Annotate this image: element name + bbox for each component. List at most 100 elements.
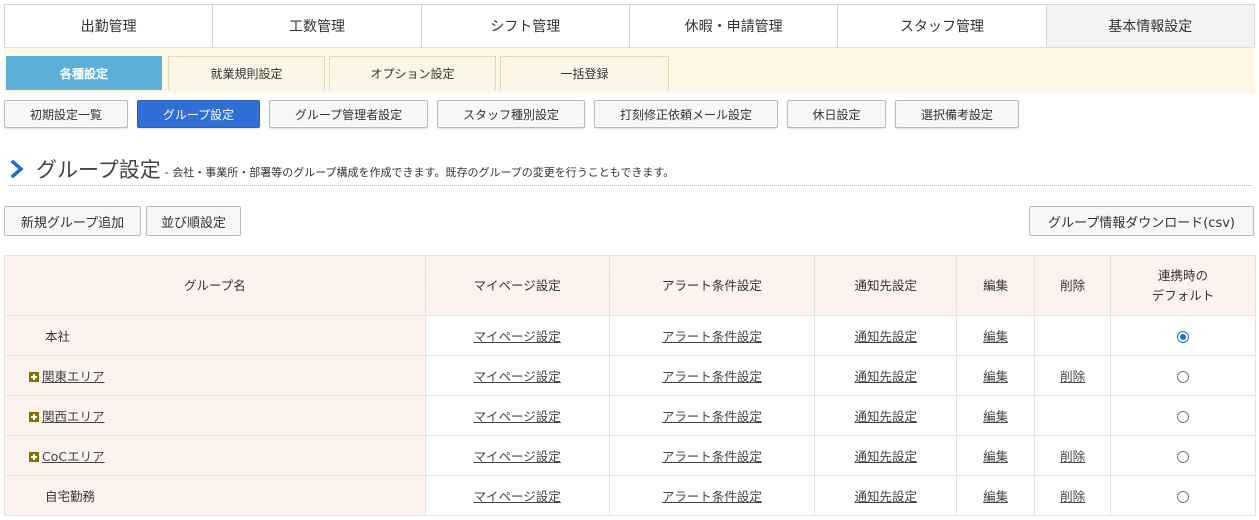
delete-link[interactable]: 削除 (1060, 489, 1085, 504)
initial-settings-list-button[interactable]: 初期設定一覧 (4, 100, 128, 128)
notify-cell: 通知先設定 (814, 395, 958, 436)
table-row: CoCエリア マイページ設定 アラート条件設定 通知先設定 編集 削除 (4, 435, 1256, 476)
tab-leave-requests[interactable]: 休暇・申請管理 (629, 5, 839, 47)
mypage-settings-link[interactable]: マイページ設定 (473, 369, 560, 384)
mypage-settings-link[interactable]: マイページ設定 (473, 449, 560, 464)
subtab-work-rules[interactable]: 就業規則設定 (168, 56, 325, 90)
header-default: 連携時の デフォルト (1110, 255, 1256, 316)
edit-link[interactable]: 編集 (983, 369, 1008, 384)
delete-cell (1034, 395, 1112, 436)
mypage-cell: マイページ設定 (424, 475, 610, 516)
page-description: - 会社・事業所・部署等のグループ構成を作成できます。既存のグループの変更を行う… (164, 165, 675, 179)
mypage-settings-link[interactable]: マイページ設定 (473, 329, 560, 344)
notify-cell: 通知先設定 (814, 315, 958, 356)
tab-staff[interactable]: スタッフ管理 (838, 5, 1047, 47)
edit-link[interactable]: 編集 (983, 449, 1008, 464)
default-cell (1110, 435, 1256, 476)
main-nav-tabs: 出勤管理 工数管理 シフト管理 休暇・申請管理 スタッフ管理 基本情報設定 (4, 4, 1255, 47)
alert-cell: アラート条件設定 (608, 355, 816, 396)
expand-plus-icon[interactable] (29, 412, 39, 422)
staff-type-settings-button[interactable]: スタッフ種別設定 (437, 100, 585, 128)
header-alert: アラート条件設定 (608, 255, 816, 316)
edit-cell: 編集 (956, 355, 1036, 396)
edit-cell: 編集 (956, 435, 1036, 476)
holiday-settings-button[interactable]: 休日設定 (787, 100, 886, 128)
mypage-cell: マイページ設定 (424, 435, 610, 476)
header-default-line2: デフォルト (1151, 287, 1215, 303)
table-header-row: グループ名 マイページ設定 アラート条件設定 通知先設定 編集 削除 連携時の … (4, 255, 1256, 316)
add-group-button[interactable]: 新規グループ追加 (4, 206, 141, 236)
remarks-settings-button[interactable]: 選択備考設定 (895, 100, 1019, 128)
alert-settings-link[interactable]: アラート条件設定 (662, 329, 762, 344)
default-cell (1110, 315, 1256, 356)
default-radio[interactable] (1177, 490, 1190, 503)
mypage-cell: マイページ設定 (424, 315, 610, 356)
notify-settings-link[interactable]: 通知先設定 (854, 489, 917, 504)
notify-cell: 通知先設定 (814, 355, 958, 396)
table-row: 本社 マイページ設定 アラート条件設定 通知先設定 編集 (4, 315, 1256, 356)
tab-attendance[interactable]: 出勤管理 (5, 5, 214, 47)
default-radio[interactable] (1177, 410, 1190, 423)
notify-settings-link[interactable]: 通知先設定 (854, 409, 917, 424)
notify-settings-link[interactable]: 通知先設定 (854, 329, 917, 344)
alert-settings-link[interactable]: アラート条件設定 (662, 409, 762, 424)
edit-link[interactable]: 編集 (983, 409, 1008, 424)
alert-cell: アラート条件設定 (608, 475, 816, 516)
delete-link[interactable]: 削除 (1060, 369, 1085, 384)
expand-plus-icon[interactable] (29, 452, 39, 462)
group-settings-button[interactable]: グループ設定 (137, 100, 260, 128)
header-mypage: マイページ設定 (424, 255, 610, 316)
alert-settings-link[interactable]: アラート条件設定 (662, 449, 762, 464)
page-title: グループ設定 (36, 157, 161, 182)
header-default-line1: 連携時の (1158, 267, 1209, 283)
table-row: 関西エリア マイページ設定 アラート条件設定 通知先設定 編集 (4, 395, 1256, 436)
group-name-link[interactable]: 関西エリア (42, 409, 105, 424)
subtab-various-settings[interactable]: 各種設定 (6, 56, 162, 90)
sub-nav-bar: 各種設定 就業規則設定 オプション設定 一括登録 (4, 47, 1255, 93)
delete-link[interactable]: 削除 (1060, 449, 1085, 464)
punch-correction-mail-button[interactable]: 打刻修正依頼メール設定 (594, 100, 778, 128)
default-radio[interactable] (1177, 370, 1190, 383)
tab-basic-settings[interactable]: 基本情報設定 (1046, 5, 1254, 47)
alert-cell: アラート条件設定 (608, 315, 816, 356)
group-name-cell: 自宅勤務 (4, 475, 426, 516)
alert-settings-link[interactable]: アラート条件設定 (662, 369, 762, 384)
expand-plus-icon[interactable] (29, 372, 39, 382)
mypage-settings-link[interactable]: マイページ設定 (473, 489, 560, 504)
sort-order-button[interactable]: 並び順設定 (146, 206, 241, 236)
default-radio[interactable] (1177, 330, 1190, 343)
alert-settings-link[interactable]: アラート条件設定 (662, 489, 762, 504)
delete-cell: 削除 (1034, 475, 1112, 516)
header-notify: 通知先設定 (814, 255, 958, 316)
edit-link[interactable]: 編集 (983, 489, 1008, 504)
group-name-link[interactable]: 関東エリア (42, 369, 105, 384)
table-row: 関東エリア マイページ設定 アラート条件設定 通知先設定 編集 削除 (4, 355, 1256, 396)
header-edit: 編集 (956, 255, 1036, 316)
notify-cell: 通知先設定 (814, 475, 958, 516)
edit-link[interactable]: 編集 (983, 329, 1008, 344)
tab-shift[interactable]: シフト管理 (421, 5, 630, 47)
subtab-bulk-register[interactable]: 一括登録 (500, 56, 669, 90)
notify-cell: 通知先設定 (814, 435, 958, 476)
delete-cell: 削除 (1034, 355, 1112, 396)
mypage-settings-link[interactable]: マイページ設定 (473, 409, 560, 424)
header-group-name: グループ名 (4, 255, 426, 316)
edit-cell: 編集 (956, 395, 1036, 436)
group-table: グループ名 マイページ設定 アラート条件設定 通知先設定 編集 削除 連携時の … (4, 255, 1256, 516)
group-name-cell: 本社 (4, 315, 426, 356)
notify-settings-link[interactable]: 通知先設定 (854, 449, 917, 464)
table-row: 自宅勤務 マイページ設定 アラート条件設定 通知先設定 編集 削除 (4, 475, 1256, 516)
notify-settings-link[interactable]: 通知先設定 (854, 369, 917, 384)
default-cell (1110, 395, 1256, 436)
group-admin-settings-button[interactable]: グループ管理者設定 (269, 100, 428, 128)
default-radio[interactable] (1177, 450, 1190, 463)
page-heading: グループ設定 - 会社・事業所・部署等のグループ構成を作成できます。既存のグルー… (8, 152, 1253, 186)
alert-cell: アラート条件設定 (608, 395, 816, 436)
group-name-cell: 関東エリア (4, 355, 426, 396)
edit-cell: 編集 (956, 315, 1036, 356)
download-csv-button[interactable]: グループ情報ダウンロード(csv) (1029, 206, 1254, 236)
group-name-cell: CoCエリア (4, 435, 426, 476)
tab-workload[interactable]: 工数管理 (213, 5, 422, 47)
subtab-options[interactable]: オプション設定 (329, 56, 496, 90)
group-name-link[interactable]: CoCエリア (42, 449, 105, 464)
